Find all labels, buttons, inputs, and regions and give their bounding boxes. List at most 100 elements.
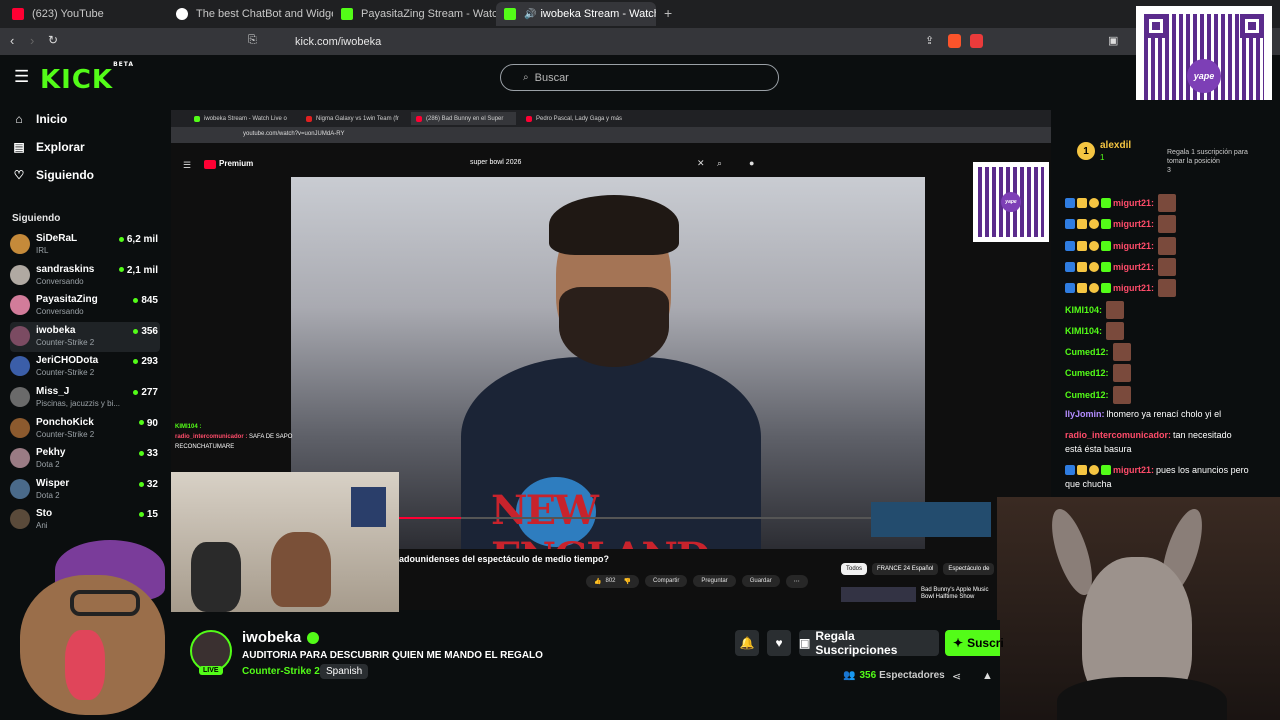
channel-viewers: 293 (133, 356, 158, 367)
gaming-chair (191, 542, 241, 612)
emote-icon (1158, 215, 1177, 234)
chat-message[interactable]: radio_intercomunicador: tan necesitado (1065, 428, 1274, 442)
channel-game: Conversando (36, 276, 84, 286)
share-icon[interactable]: ⋖ (952, 670, 961, 683)
reload-icon[interactable]: ↻ (48, 33, 58, 47)
channel-avatar (10, 448, 30, 469)
chat-username[interactable]: migurt21: (1113, 239, 1154, 253)
bookmark-icon[interactable]: ⎘ (248, 34, 257, 47)
brave-shield-icon[interactable] (948, 34, 961, 48)
chat-text: que chucha (1065, 479, 1112, 489)
more-icon: ⋯ (785, 574, 808, 588)
subscribe-button[interactable]: ✦ Suscri (945, 630, 1004, 656)
chat-username[interactable]: radio_intercomunicador: (1065, 428, 1171, 442)
sidebar-channel[interactable]: JeriCHODota Counter-Strike 2 293 (10, 352, 160, 382)
badge-icon (1065, 240, 1075, 251)
chat-message[interactable]: IlyJomin: lhomero ya renací cholo yi el (1065, 407, 1274, 421)
chat-message[interactable]: KIMI104: (1065, 321, 1274, 340)
chat-username[interactable]: IlyJomin: (1065, 407, 1105, 421)
badge-icon (1089, 283, 1099, 294)
chat-username[interactable]: migurt21: (1113, 281, 1154, 295)
related-title: Bad Bunny's Apple Music Bowl Halftime Sh… (921, 587, 989, 600)
yt-premium-label: Premium (219, 159, 254, 168)
chat-username[interactable]: Cumed12: (1065, 388, 1109, 402)
browser-tab[interactable]: (623) YouTube (4, 2, 169, 26)
chat-message[interactable]: migurt21: (1065, 215, 1274, 234)
channel-name: iwobeka (36, 324, 76, 336)
video-title: adounidenses del espectáculo de medio ti… (399, 554, 610, 564)
chat-message[interactable]: Cumed12: (1065, 364, 1274, 383)
sidebar-channel[interactable]: Pekhy Dota 2 33 (10, 444, 160, 474)
chat-message[interactable]: migurt21: (1065, 236, 1274, 255)
report-icon[interactable]: ▲ (982, 670, 993, 682)
chat-username[interactable]: KIMI104: (1065, 324, 1102, 338)
menu-icon[interactable]: ☰ (14, 67, 29, 87)
follow-heart-icon[interactable]: ♥ (767, 630, 791, 656)
inner-tab: Pedro Pascal, Lady Gaga y más (521, 112, 631, 125)
yt-clear-icon: ✕ (697, 158, 705, 168)
chat-username[interactable]: KIMI104: (1065, 303, 1102, 317)
sidebar-channel[interactable]: sandraskins Conversando 2,1 mil (10, 261, 160, 291)
chat-message[interactable]: Cumed12: (1065, 385, 1274, 404)
chat-message[interactable]: migurt21: pues los anuncios pero (1065, 463, 1274, 477)
donkey-body (1057, 677, 1227, 720)
browser-tab[interactable]: PayasitaZing Stream - Watch Live on (333, 2, 498, 26)
chat-message[interactable]: KIMI104: (1065, 300, 1274, 319)
badge-icon (1101, 465, 1111, 475)
chat-username[interactable]: Cumed12: (1065, 366, 1109, 380)
channel-name-row[interactable]: iwobeka (242, 629, 320, 646)
new-tab-icon[interactable]: + (664, 5, 672, 21)
emote-icon (1158, 194, 1177, 212)
badge-icon (1101, 219, 1111, 230)
chat-message[interactable]: Cumed12: (1065, 343, 1274, 362)
language-tag[interactable]: Spanish (320, 664, 369, 679)
stream-category[interactable]: Counter-Strike 2 (242, 666, 320, 677)
youtube-favicon-icon (12, 8, 24, 20)
chat-message[interactable]: migurt21: (1065, 279, 1274, 298)
share-icon[interactable]: ⇪ (925, 34, 934, 47)
channel-name: sandraskins (36, 263, 95, 275)
chat-username[interactable]: migurt21: (1113, 260, 1154, 274)
sidebar-channel[interactable]: PayasitaZing Conversando 845 (10, 291, 160, 321)
inner-address-bar: youtube.com/watch?v=uonJUMdA-RY (171, 127, 1051, 143)
badge-icon (1077, 465, 1087, 475)
like-icon: 👍 (594, 578, 602, 585)
forward-icon[interactable]: › (30, 33, 34, 48)
notification-bell-icon[interactable]: 🔔 (735, 630, 759, 656)
sidebar-toggle-icon[interactable]: ▣ (1108, 34, 1118, 47)
chat-message[interactable]: migurt21: (1065, 194, 1274, 212)
url-text: kick.com/iwobeka (295, 35, 382, 48)
back-icon[interactable]: ‹ (10, 33, 14, 48)
browser-tab-active[interactable]: 🔊 iwobeka Stream - Watch Live ✕ (496, 2, 656, 26)
sidebar-channel[interactable]: SiDeRaL IRL 6,2 mil (10, 230, 160, 260)
gift-subs-button[interactable]: ▣ Regala Suscripciones (799, 629, 939, 657)
rewards-icon[interactable] (970, 34, 983, 48)
chat-message-cont: que chucha (1065, 477, 1274, 491)
url-field[interactable]: kick.com/iwobeka (270, 31, 990, 52)
avatar-tongue (65, 630, 105, 700)
avatar-glasses (70, 590, 140, 616)
browser-tab[interactable]: The best ChatBot and Widgets for Ki (168, 2, 333, 26)
chat-username[interactable]: migurt21: (1113, 463, 1154, 477)
sidebar-channel[interactable]: iwobeka Counter-Strike 2 356 (10, 321, 160, 352)
overlay-chat: KIMI104 : radio_intercomunicador : SAFA … (175, 424, 293, 450)
nav-item-explorar[interactable]: ▤ Explorar (12, 140, 84, 154)
channel-game: Counter-Strike 2 (36, 337, 95, 347)
chat-username[interactable]: Cumed12: (1065, 345, 1109, 359)
channel-name: iwobeka (242, 629, 302, 646)
chat-message[interactable]: migurt21: (1065, 257, 1274, 276)
chat-username[interactable]: migurt21: (1113, 217, 1154, 231)
nav-item-siguiendo[interactable]: ♡ Siguiendo (12, 168, 94, 182)
chat-username[interactable]: migurt21: (1113, 196, 1154, 210)
channel-avatar (10, 387, 30, 407)
channel-viewers: 2,1 mil (119, 265, 158, 276)
channel-viewers: 277 (133, 387, 158, 398)
search-input[interactable]: ⌕ Buscar (500, 64, 779, 91)
yt-search-text: super bowl 2026 (470, 159, 522, 166)
kick-logo[interactable]: KICKBETA (40, 61, 134, 95)
badge-icon (1101, 261, 1111, 272)
sidebar-channel[interactable]: Miss_J Piscinas, jacuzzis y bi... 277 (10, 383, 160, 413)
nav-item-inicio[interactable]: ⌂ Inicio (12, 112, 67, 126)
sidebar-channel[interactable]: PonchoKick Counter-Strike 2 90 (10, 414, 160, 444)
chat-text: tan necesitado (1173, 430, 1232, 440)
